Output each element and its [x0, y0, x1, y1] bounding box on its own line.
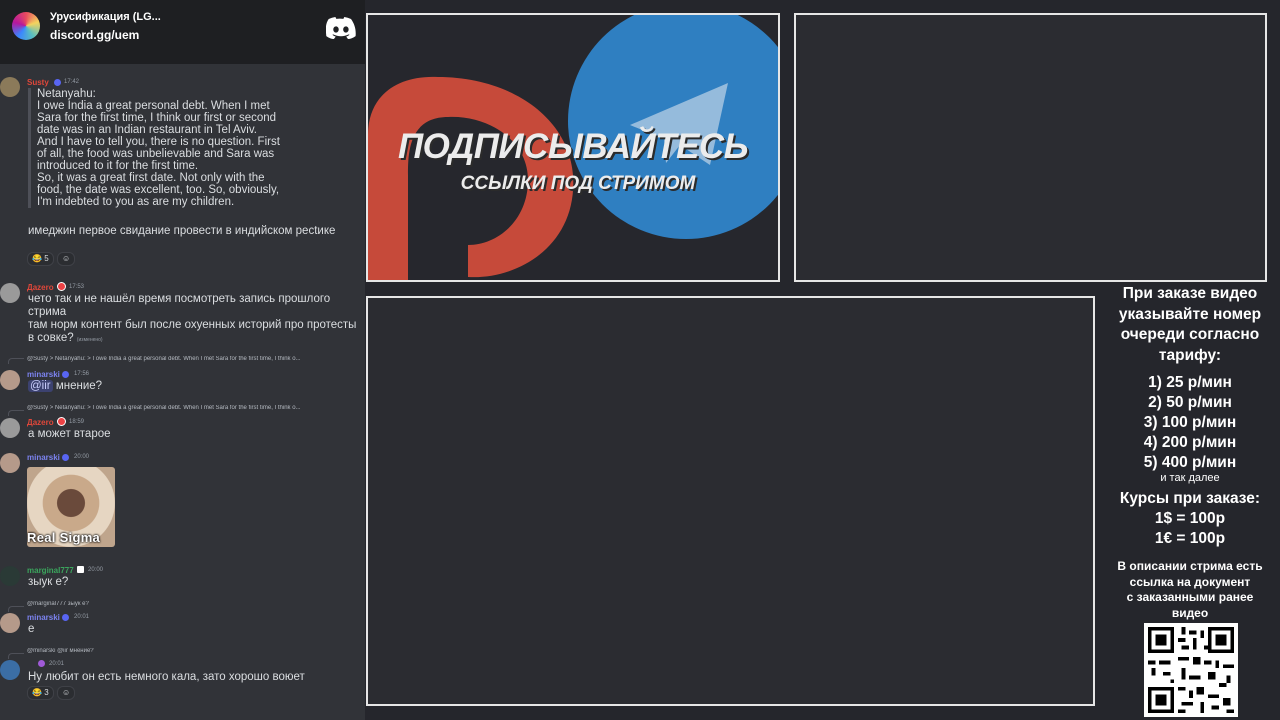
- server-invite-link[interactable]: discord.gg/uem: [50, 28, 139, 42]
- qr-code-icon[interactable]: [1144, 623, 1238, 717]
- avatar[interactable]: [0, 453, 20, 473]
- promo-banner: ПОДПИСЫВАЙТЕСЬ ССЫЛКИ ПОД СТРИМОМ: [366, 13, 780, 282]
- tariff-item: 3) 100 р/мин: [1143, 414, 1237, 431]
- add-reaction-button[interactable]: ☺: [57, 686, 76, 700]
- reaction-laugh[interactable]: 😂 3: [27, 686, 54, 700]
- order-instructions: При заказе видео указывайте номер очеред…: [1104, 284, 1276, 366]
- message-text: е: [28, 623, 35, 635]
- rates-title: Курсы при заказе:: [1119, 490, 1261, 507]
- main-video-frame: [366, 296, 1095, 706]
- message-text: зыук е?: [28, 576, 69, 588]
- message-author[interactable]: minarski: [27, 453, 60, 462]
- reply-preview[interactable]: @Susty > Netanyahu: > I owe India a grea…: [27, 405, 365, 411]
- message-author[interactable]: Дazero: [27, 283, 54, 292]
- message-timestamp: 17:53: [69, 284, 85, 290]
- user-mention[interactable]: @iir: [28, 380, 53, 392]
- message-author[interactable]: Susty: [27, 78, 49, 87]
- avatar[interactable]: [0, 566, 20, 586]
- edited-label: (изменено): [76, 336, 103, 343]
- description-note: В описании стрима есть ссылка на докумен…: [1104, 559, 1276, 621]
- description-line: видео: [1171, 605, 1209, 620]
- reply-connector: [8, 653, 24, 659]
- role-badge-icon: [62, 371, 69, 378]
- tariff-list: 1) 25 р/мин 2) 50 р/мин 3) 100 р/мин 4) …: [1104, 373, 1276, 484]
- message-text-content: мнение?: [55, 380, 103, 392]
- gif-attachment[interactable]: Real Sigma: [27, 467, 115, 547]
- promo-title: ПОДПИСЫВАЙТЕСЬ: [397, 127, 749, 166]
- avatar[interactable]: [0, 660, 20, 680]
- message-timestamp: 17:42: [64, 79, 80, 85]
- tariff-item: 4) 200 р/мин: [1143, 434, 1237, 451]
- server-icon: [12, 12, 40, 40]
- reaction-count: 3: [44, 688, 49, 697]
- description-line: с заказанными ранее: [1126, 590, 1254, 604]
- reply-preview[interactable]: @marginal777 зыук е?: [27, 601, 227, 607]
- tariff-item: 2) 50 р/мин: [1148, 394, 1232, 411]
- message-author[interactable]: marginal777: [27, 566, 74, 575]
- stream-badge-icon: [77, 566, 84, 573]
- message-timestamp: 20:00: [88, 567, 104, 573]
- gif-caption: Real Sigma: [27, 530, 101, 545]
- message-author[interactable]: minarski: [27, 370, 60, 379]
- avatar[interactable]: [0, 613, 20, 633]
- message-timestamp: 18:59: [69, 419, 85, 425]
- promo-subtitle: ССЫЛКИ ПОД СТРИМОМ: [460, 173, 696, 194]
- message-text: чето так и не нашёл время посмотреть зап…: [28, 293, 331, 318]
- role-badge-icon: [54, 79, 61, 86]
- tariff-item: 5) 400 р/мин: [1143, 454, 1237, 471]
- reply-preview[interactable]: @Susty > Netanyahu: > I owe India a grea…: [27, 356, 365, 362]
- reaction-emoji: 😂: [32, 688, 42, 697]
- message-text: Ну любит он есть немного кала, зато хоро…: [28, 671, 305, 683]
- avatar[interactable]: [0, 77, 20, 97]
- message-timestamp: 17:56: [74, 371, 90, 377]
- avatar[interactable]: [0, 418, 20, 438]
- role-badge-icon: [62, 454, 69, 461]
- discord-logo-icon: [326, 17, 356, 39]
- role-badge-icon: [57, 417, 66, 426]
- reaction-emoji: 😂: [32, 254, 42, 263]
- instruction-line: тарифу:: [1158, 346, 1222, 364]
- description-line: В описании стрима есть: [1117, 559, 1263, 573]
- message-timestamp: 20:01: [49, 661, 65, 667]
- stream-layout: Урусификация (LG... discord.gg/uem Susty…: [0, 0, 1280, 720]
- order-info-panel: При заказе видео указывайте номер очеред…: [1104, 284, 1276, 621]
- message-timestamp: 20:01: [74, 614, 90, 620]
- avatar[interactable]: [0, 283, 20, 303]
- add-reaction-icon: ☺: [62, 688, 71, 697]
- server-name: Урусификация (LG...: [50, 11, 161, 23]
- message-author[interactable]: Дazero: [27, 418, 54, 427]
- avatar[interactable]: [0, 370, 20, 390]
- add-reaction-button[interactable]: ☺: [57, 252, 76, 266]
- message-text: там норм контент был после охуенных исто…: [28, 319, 358, 346]
- message-quote: Netanyahu: I owe India a great personal …: [28, 88, 348, 208]
- reply-connector: [8, 606, 24, 612]
- role-badge-icon: [38, 660, 45, 667]
- add-reaction-icon: ☺: [62, 254, 71, 263]
- reply-connector: [8, 358, 24, 364]
- instruction-line: очереди согласно: [1120, 326, 1260, 343]
- reply-connector: [8, 410, 24, 416]
- discord-chat-panel: Урусификация (LG... discord.gg/uem Susty…: [0, 0, 365, 720]
- instruction-line: При заказе видео: [1122, 285, 1258, 302]
- reaction-count: 5: [44, 254, 49, 263]
- message-text: @iir мнение?: [28, 380, 102, 393]
- webcam-frame: [794, 13, 1267, 282]
- description-line: ссылка на документ: [1129, 574, 1251, 589]
- instruction-line: указывайте номер: [1118, 305, 1262, 323]
- rate-item: 1$ = 100р: [1154, 510, 1226, 527]
- reaction-laugh[interactable]: 😂 5: [27, 252, 54, 266]
- message-author[interactable]: minarski: [27, 613, 60, 622]
- tariff-more-note: и так далее: [1160, 472, 1220, 484]
- server-header: Урусификация (LG... discord.gg/uem: [0, 0, 365, 64]
- role-badge-icon: [57, 282, 66, 291]
- message-timestamp: 20:00: [74, 454, 90, 460]
- reply-preview[interactable]: @minarski @iir мнение?: [27, 648, 227, 654]
- role-badge-icon: [62, 614, 69, 621]
- message-text: а может втарое: [28, 428, 111, 440]
- tariff-item: 1) 25 р/мин: [1148, 374, 1232, 391]
- rate-item: 1€ = 100р: [1154, 530, 1226, 547]
- message-text: имеджин первое свидание провести в индий…: [28, 225, 336, 237]
